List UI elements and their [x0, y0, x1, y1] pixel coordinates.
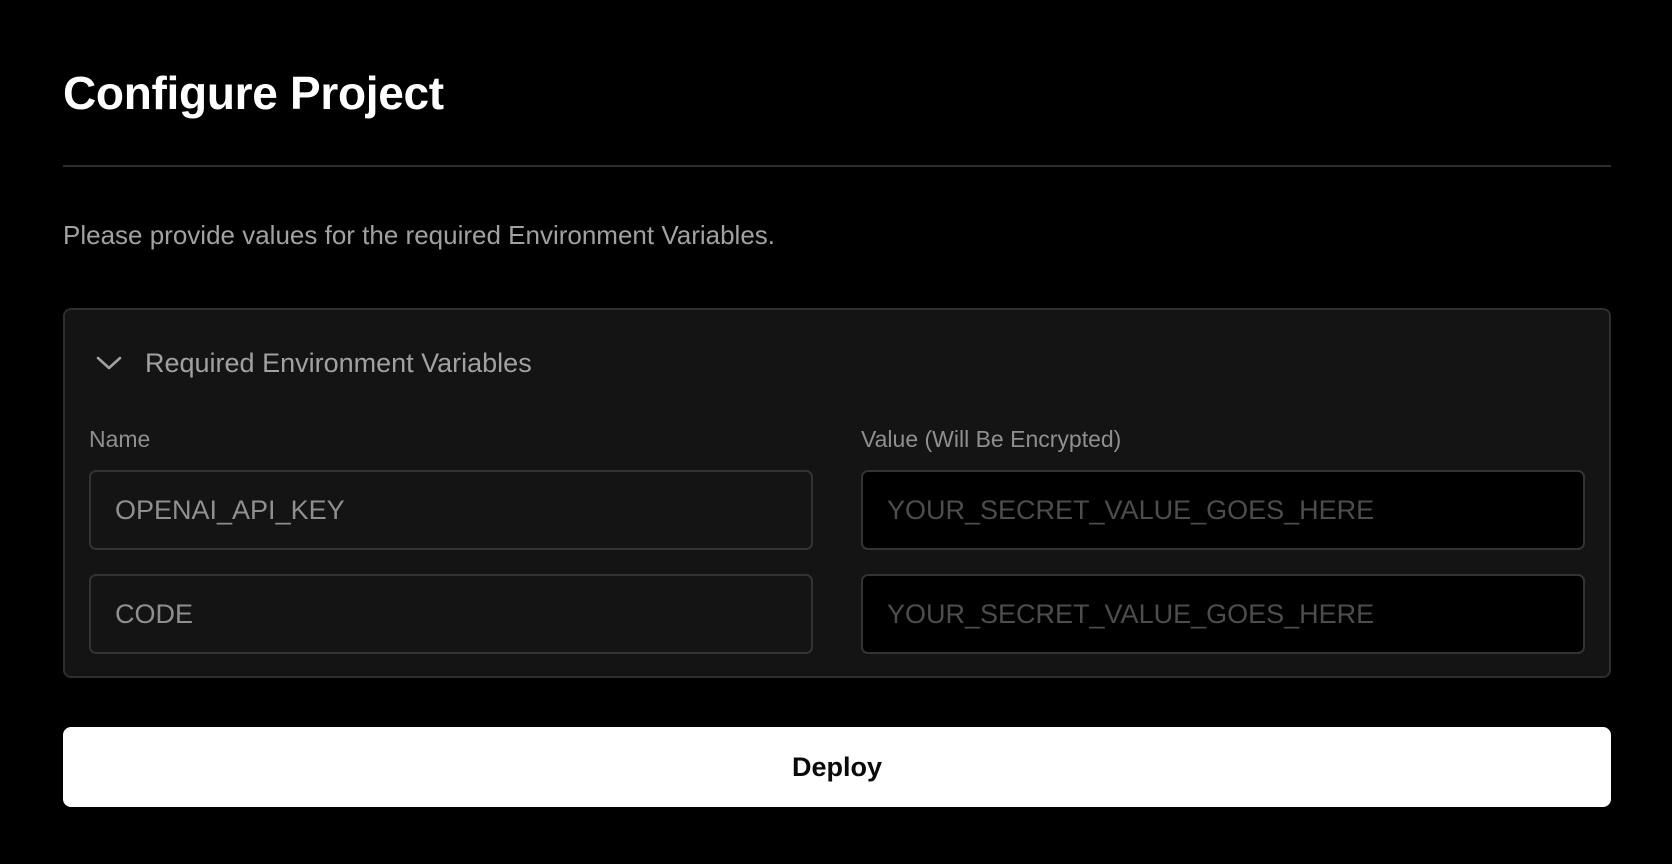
env-name-field-openai-api-key: [89, 470, 813, 550]
env-section-toggle[interactable]: Required Environment Variables: [95, 340, 532, 386]
configure-project-page: Configure Project Please provide values …: [0, 0, 1672, 864]
env-value-field-openai-api-key[interactable]: [861, 470, 1585, 550]
page-description: Please provide values for the required E…: [63, 220, 776, 250]
chevron-down-icon: [95, 349, 123, 377]
env-variables-panel: Required Environment Variables Name Valu…: [63, 308, 1611, 678]
title-divider: [63, 165, 1611, 167]
page-title: Configure Project: [63, 67, 444, 119]
name-column-label: Name: [89, 426, 151, 452]
env-section-title: Required Environment Variables: [145, 347, 532, 378]
deploy-button[interactable]: Deploy: [63, 727, 1611, 807]
value-column-label: Value (Will Be Encrypted): [861, 426, 1122, 452]
env-name-field-code: [89, 574, 813, 654]
env-value-field-code[interactable]: [861, 574, 1585, 654]
